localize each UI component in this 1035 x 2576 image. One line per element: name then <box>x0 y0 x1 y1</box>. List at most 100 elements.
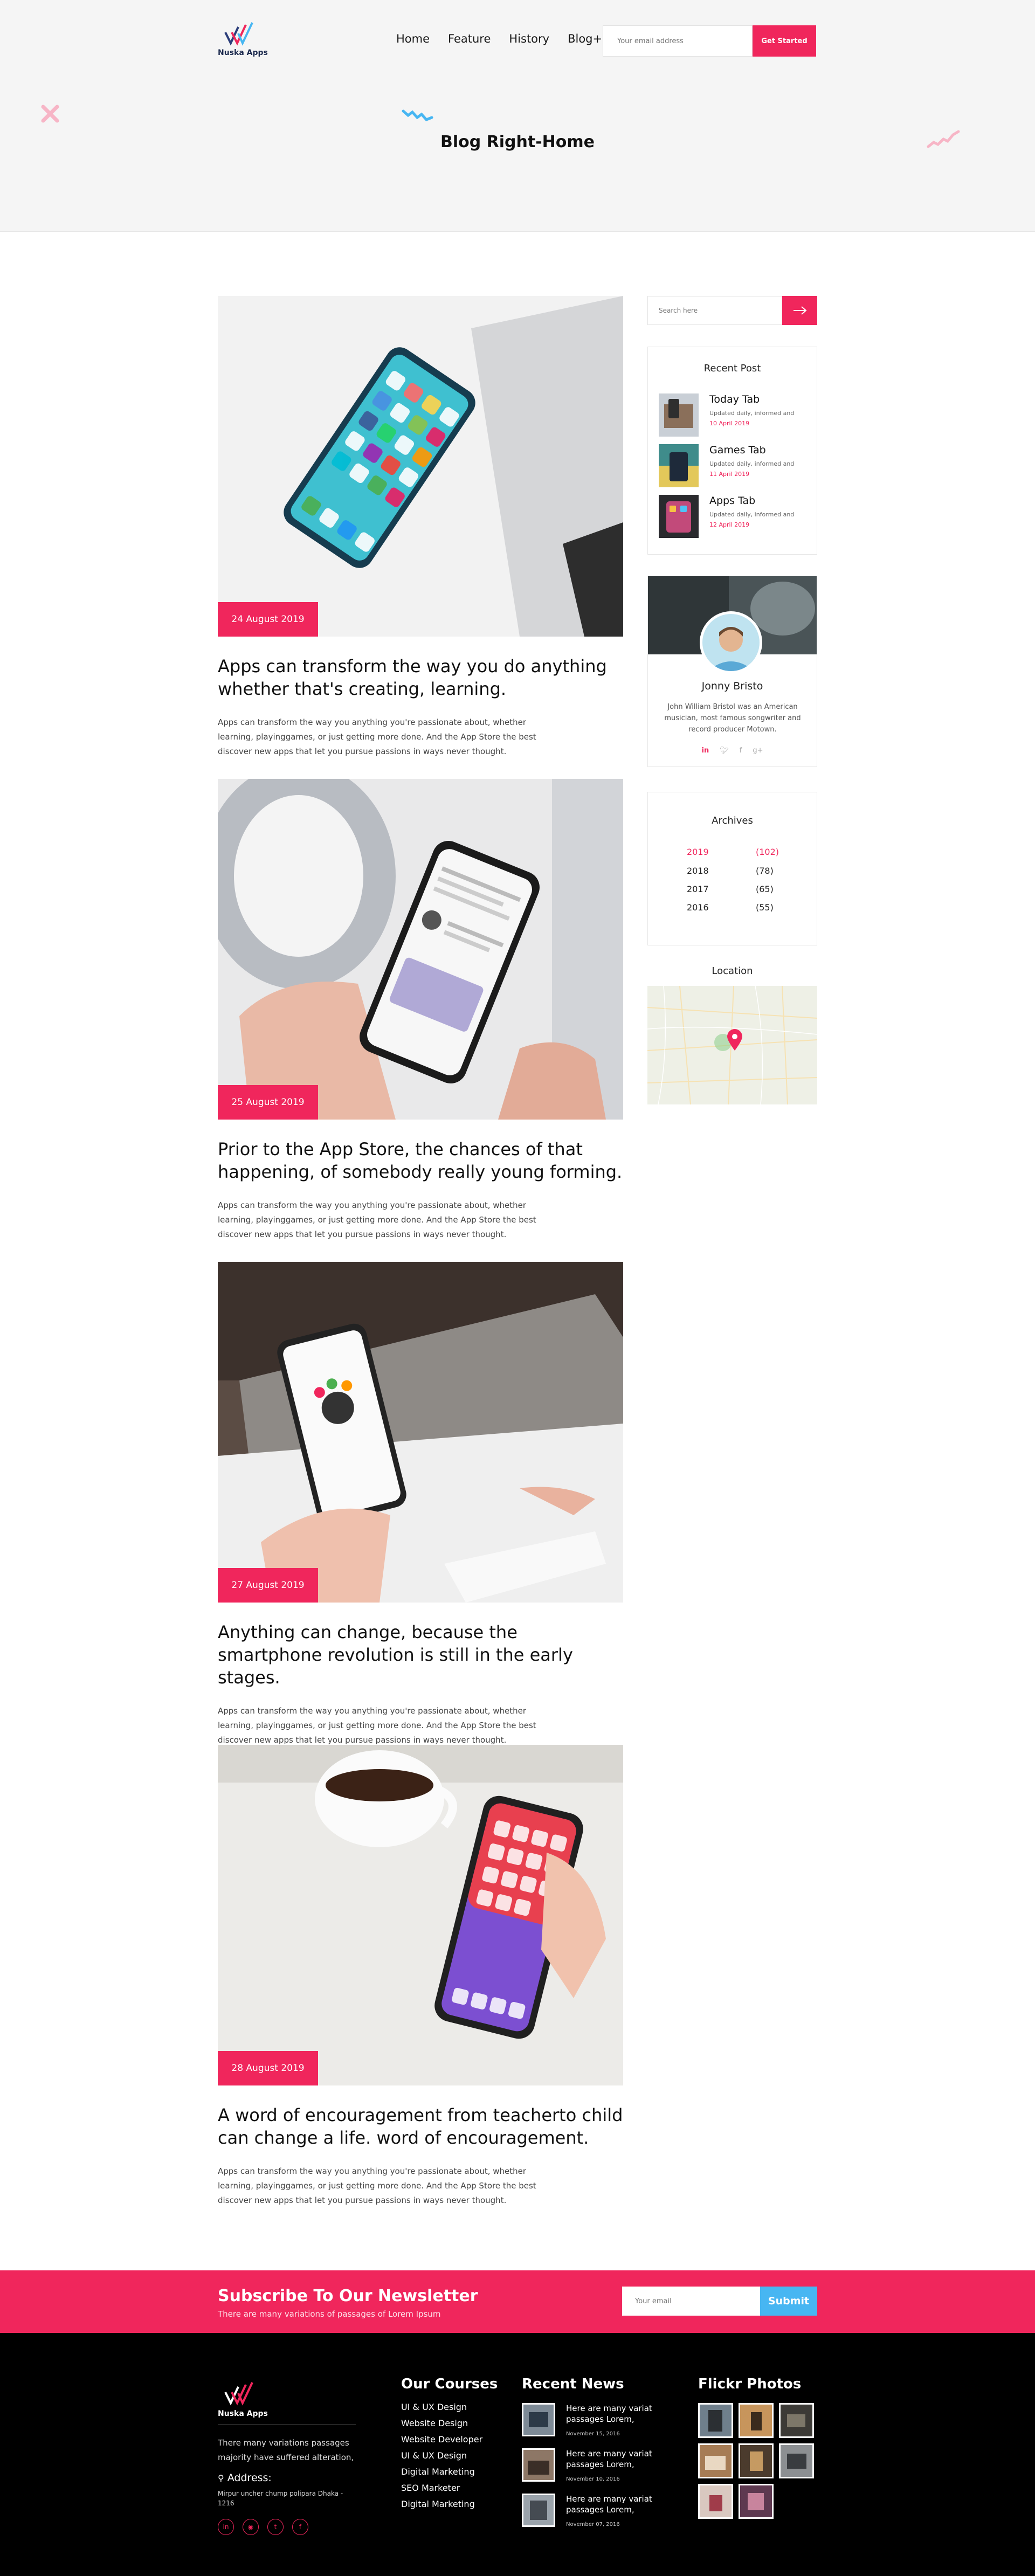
twitter-icon[interactable]: t <box>267 2519 284 2535</box>
news-item[interactable]: Here are many variat passages Lorem, Nov… <box>522 2403 667 2437</box>
post-image[interactable]: 27 August 2019 <box>218 1262 623 1603</box>
google-plus-icon[interactable]: g+ <box>753 747 763 755</box>
archive-count: (55) <box>756 902 774 913</box>
archive-year: 2019 <box>687 847 709 857</box>
nav-home[interactable]: Home <box>396 32 430 45</box>
news-title-text: Here are many variat passages Lorem, <box>566 2494 652 2515</box>
course-link[interactable]: SEO Marketer <box>401 2483 460 2493</box>
flickr-title: Flickr Photos <box>698 2376 802 2392</box>
author-social-links: in 🐦︎ f g+ <box>648 747 817 755</box>
post-title[interactable]: A word of encouragement from teacherto c… <box>218 2104 623 2149</box>
course-link[interactable]: Digital Marketing <box>401 2467 475 2477</box>
search-submit-button[interactable] <box>782 296 817 325</box>
recent-post-desc: Updated daily, informed and <box>709 460 795 467</box>
news-title-text: Here are many variat passages Lorem, <box>566 2404 652 2424</box>
post-excerpt: Apps can transform the way you anything … <box>218 1200 536 1239</box>
archive-year: 2018 <box>687 866 709 876</box>
recent-post-item[interactable]: Games Tab Updated daily, informed and 11… <box>659 444 810 487</box>
brand-logo[interactable]: Nuska Apps <box>218 22 268 59</box>
recent-post-title: Apps Tab <box>709 495 756 507</box>
post-date-badge: 25 August 2019 <box>218 1085 318 1120</box>
flickr-photo[interactable] <box>698 2443 733 2478</box>
archive-row[interactable]: 2018 (78) <box>687 866 784 876</box>
newsletter-submit-button[interactable]: Submit <box>760 2287 817 2316</box>
post-date-badge: 24 August 2019 <box>218 602 318 637</box>
flickr-gallery <box>698 2403 817 2519</box>
search-input[interactable] <box>647 296 782 325</box>
recent-post-date: 12 April 2019 <box>709 521 750 528</box>
avatar[interactable] <box>700 611 762 674</box>
newsletter-section: Subscribe To Our Newsletter There are ma… <box>0 2270 1035 2333</box>
footer-logo[interactable]: Nuska Apps <box>218 2381 272 2420</box>
archive-row[interactable]: 2017 (65) <box>687 884 784 894</box>
footer-social-links: in ◉ t f <box>218 2519 308 2535</box>
author-bio: John William Bristol was an American mus… <box>664 703 801 734</box>
newsletter-email-field[interactable] <box>622 2287 760 2316</box>
widget-title: Archives <box>712 815 753 826</box>
recent-post-title: Games Tab <box>709 444 766 456</box>
phone-and-laptop-image <box>218 1262 623 1603</box>
news-date: November 15, 2016 <box>566 2431 620 2437</box>
archive-row[interactable]: 2016 (55) <box>687 902 784 913</box>
author-widget: Jonny Bristo John William Bristol was an… <box>647 576 817 767</box>
flickr-photo[interactable] <box>739 2484 774 2519</box>
recent-post-thumbnail <box>659 444 699 487</box>
recent-post-item[interactable]: Today Tab Updated daily, informed and 10… <box>659 393 810 437</box>
news-item[interactable]: Here are many variat passages Lorem, Nov… <box>522 2494 667 2527</box>
footer-description: There many variations passages majority … <box>218 2438 354 2462</box>
news-thumbnail <box>522 2403 555 2436</box>
news-date: November 10, 2016 <box>566 2476 620 2482</box>
linkedin-icon[interactable]: in <box>702 747 709 755</box>
location-title: Location <box>712 965 753 977</box>
flickr-photo[interactable] <box>779 2403 814 2438</box>
course-link[interactable]: Website Design <box>401 2418 468 2428</box>
blog-post: 25 August 2019 Prior to the App Store, t… <box>218 779 623 1242</box>
course-link[interactable]: UI & UX Design <box>401 2402 467 2412</box>
post-excerpt: Apps can transform the way you anything … <box>218 1706 536 1745</box>
post-image[interactable]: 28 August 2019 <box>218 1745 623 2085</box>
archive-row[interactable]: 2019 (102) <box>687 847 784 857</box>
sidebar-search <box>647 296 817 325</box>
blog-post: 27 August 2019 Anything can change, beca… <box>218 1262 623 1748</box>
flickr-photo[interactable] <box>779 2443 814 2478</box>
instagram-icon[interactable]: ◉ <box>243 2519 259 2535</box>
logo-mark-icon <box>224 2382 253 2406</box>
news-title: Recent News <box>522 2376 624 2392</box>
recent-post-date: 10 April 2019 <box>709 420 750 427</box>
nav-feature[interactable]: Feature <box>448 32 491 45</box>
recent-post-title: Today Tab <box>709 393 760 405</box>
course-link[interactable]: Digital Marketing <box>401 2499 475 2509</box>
course-link[interactable]: Website Developer <box>401 2434 482 2444</box>
location-pin-icon: ⚲ <box>218 2473 224 2483</box>
flickr-photo[interactable] <box>739 2403 774 2438</box>
zigzag-decoration-icon <box>402 109 433 121</box>
post-title[interactable]: Anything can change, because the smartph… <box>218 1621 623 1689</box>
recent-post-date: 11 April 2019 <box>709 471 750 478</box>
nav-blog[interactable]: Blog+ <box>568 32 602 45</box>
logo-mark-icon <box>224 22 253 46</box>
archives-widget: Archives 2019 (102) 2018 (78) 2017 (65) 201… <box>647 792 817 945</box>
nav-history[interactable]: History <box>509 32 549 45</box>
facebook-icon[interactable]: f <box>740 747 742 755</box>
footer-address: Mirpur uncher chump polipara Dhaka - 121… <box>218 2490 343 2507</box>
post-title[interactable]: Apps can transform the way you do anythi… <box>218 655 623 700</box>
flickr-photo[interactable] <box>739 2443 774 2478</box>
twitter-icon[interactable]: 🐦︎ <box>720 747 729 755</box>
recent-post-item[interactable]: Apps Tab Updated daily, informed and 12 … <box>659 495 810 538</box>
linkedin-icon[interactable]: in <box>218 2519 234 2535</box>
post-title[interactable]: Prior to the App Store, the chances of t… <box>218 1138 623 1183</box>
course-link[interactable]: UI & UX Design <box>401 2450 467 2461</box>
get-started-button[interactable]: Get Started <box>753 25 816 57</box>
flickr-photo[interactable] <box>698 2484 733 2519</box>
post-image[interactable]: 25 August 2019 <box>218 779 623 1120</box>
email-field[interactable] <box>603 25 753 57</box>
facebook-icon[interactable]: f <box>292 2519 308 2535</box>
news-item[interactable]: Here are many variat passages Lorem, Nov… <box>522 2448 667 2482</box>
recent-post-desc: Updated daily, informed and <box>709 511 795 518</box>
main-nav: Home Feature History Blog+ <box>396 32 602 45</box>
flickr-photo[interactable] <box>698 2403 733 2438</box>
footer-logo-text: Nuska Apps <box>218 2409 268 2418</box>
location-map[interactable] <box>647 986 817 1104</box>
post-image[interactable]: 24 August 2019 <box>218 296 623 637</box>
news-date: November 07, 2016 <box>566 2522 620 2527</box>
